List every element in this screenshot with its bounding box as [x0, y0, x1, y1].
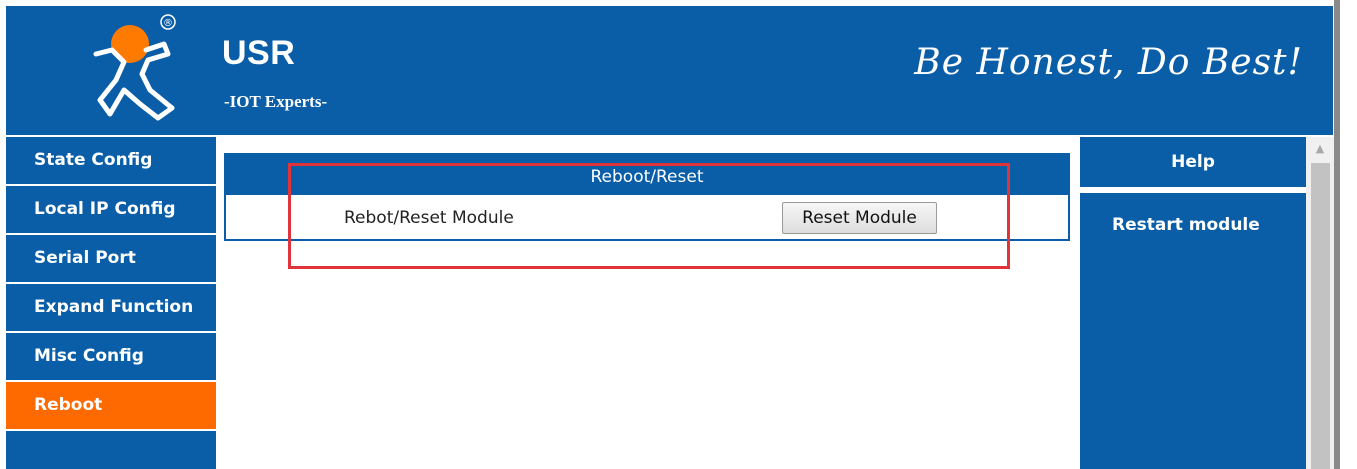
- sidebar-item-serial-port[interactable]: Serial Port: [6, 235, 216, 284]
- brand-tagline: -IOT Experts-: [224, 92, 328, 111]
- panel-title: Reboot/Reset: [226, 155, 1068, 195]
- usr-logo-icon: ®: [93, 14, 176, 121]
- slogan: Be Honest, Do Best!: [914, 42, 1303, 83]
- reset-row: Rebot/Reset Module Reset Module: [226, 195, 1068, 239]
- vertical-scrollbar[interactable]: ▲: [1306, 137, 1334, 469]
- reboot-panel: Reboot/Reset Rebot/Reset Module Reset Mo…: [224, 153, 1070, 241]
- sidebar-nav: State Config Local IP Config Serial Port…: [6, 137, 216, 469]
- registered-mark: ®: [163, 18, 173, 29]
- window-edge-bar: [1334, 0, 1340, 469]
- sidebar-item-misc-config[interactable]: Misc Config: [6, 333, 216, 382]
- help-panel: Help Restart module: [1080, 137, 1306, 469]
- scroll-thumb[interactable]: [1311, 163, 1330, 469]
- reset-row-label: Rebot/Reset Module: [344, 208, 514, 228]
- main-content: Reboot/Reset Rebot/Reset Module Reset Mo…: [216, 137, 1078, 469]
- header-banner: ® USR -IOT Experts- Be Honest, Do Best!: [6, 6, 1333, 135]
- help-text: Restart module: [1112, 215, 1260, 235]
- sidebar-item-expand-function[interactable]: Expand Function: [6, 284, 216, 333]
- brand-name: USR: [222, 34, 296, 72]
- help-title: Help: [1080, 137, 1306, 187]
- sidebar-item-reboot[interactable]: Reboot: [6, 382, 216, 431]
- sidebar-item-local-ip-config[interactable]: Local IP Config: [6, 186, 216, 235]
- scroll-up-arrow-icon[interactable]: ▲: [1306, 137, 1334, 161]
- sidebar-item-state-config[interactable]: State Config: [6, 137, 216, 186]
- help-body: Restart module: [1080, 193, 1306, 469]
- reset-module-button[interactable]: Reset Module: [782, 202, 937, 234]
